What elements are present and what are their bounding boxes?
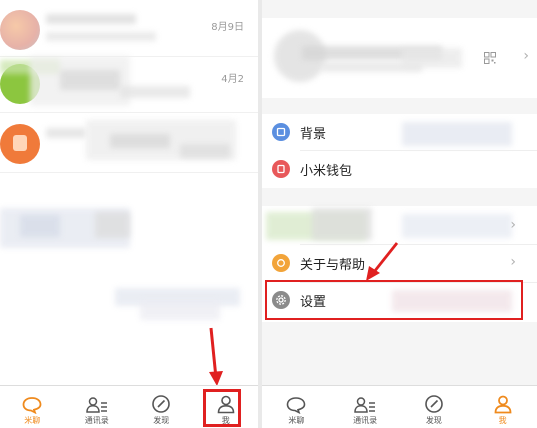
bottom-tab-bar: 米聊 通讯录 发现 我 [262,385,537,428]
annotation-arrow [366,242,399,281]
tab-label: 发现 [425,416,442,425]
chat-bubble-icon [287,397,306,414]
tab-label: 米聊 [24,416,41,425]
tab-label: 通讯录 [84,416,109,425]
tab-miliao[interactable]: 米聊 [0,386,65,428]
tab-discover[interactable]: 发现 [400,386,469,428]
tab-label: 我 [498,416,507,425]
tab-discover[interactable]: 发现 [129,386,194,428]
tab-me[interactable]: 我 [468,386,537,428]
chat-list-screen: 8月9日 4月2 米聊 通讯录 发现 我 [0,0,258,428]
tab-label: 米聊 [288,416,305,425]
annotation-highlight-box [203,389,241,427]
compass-icon [152,395,171,413]
contacts-icon [85,397,107,413]
compass-icon [425,395,443,413]
tab-miliao[interactable]: 米聊 [262,386,331,428]
tab-contacts[interactable]: 通讯录 [331,386,400,428]
person-icon [494,395,512,414]
chat-bubble-icon [22,397,42,414]
me-screen: › 背景 小米钱包 › 关于与帮助 › 设置 米聊 通讯录 发现 我 [262,0,537,428]
tab-label: 通讯录 [353,416,378,425]
screenshot-composite: 8月9日 4月2 米聊 通讯录 发现 我 › 背景 小米钱包 › 关于与帮助 ›… [0,0,537,428]
tab-contacts[interactable]: 通讯录 [65,386,130,428]
annotation-arrow [209,327,223,386]
tab-label: 发现 [153,416,170,425]
contacts-icon [354,397,376,413]
